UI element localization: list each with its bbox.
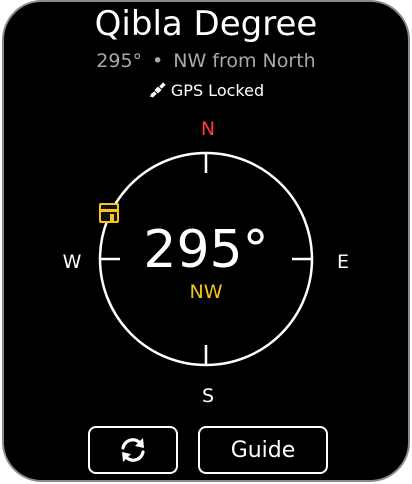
page-title: Qibla Degree xyxy=(94,4,318,44)
refresh-button[interactable] xyxy=(88,426,178,474)
guide-button[interactable]: Guide xyxy=(198,426,328,474)
subtitle: 295° • NW from North xyxy=(4,48,408,74)
subtitle-separator: • xyxy=(152,50,164,72)
subtitle-direction: NW from North xyxy=(173,50,316,72)
subtitle-degree: 295° xyxy=(96,50,143,72)
qibla-degree-value: 295° xyxy=(143,220,269,280)
gps-status: GPS Locked xyxy=(4,80,408,102)
qibla-cardinal: NW xyxy=(189,281,223,303)
gps-status-label: GPS Locked xyxy=(170,81,265,100)
compass-north-label: N xyxy=(200,118,216,140)
watch-screen: Qibla Degree 295° • NW from North GPS Lock… xyxy=(2,0,410,482)
satellite-icon xyxy=(150,82,166,98)
refresh-icon xyxy=(121,438,145,462)
compass-south-label: S xyxy=(201,385,215,407)
